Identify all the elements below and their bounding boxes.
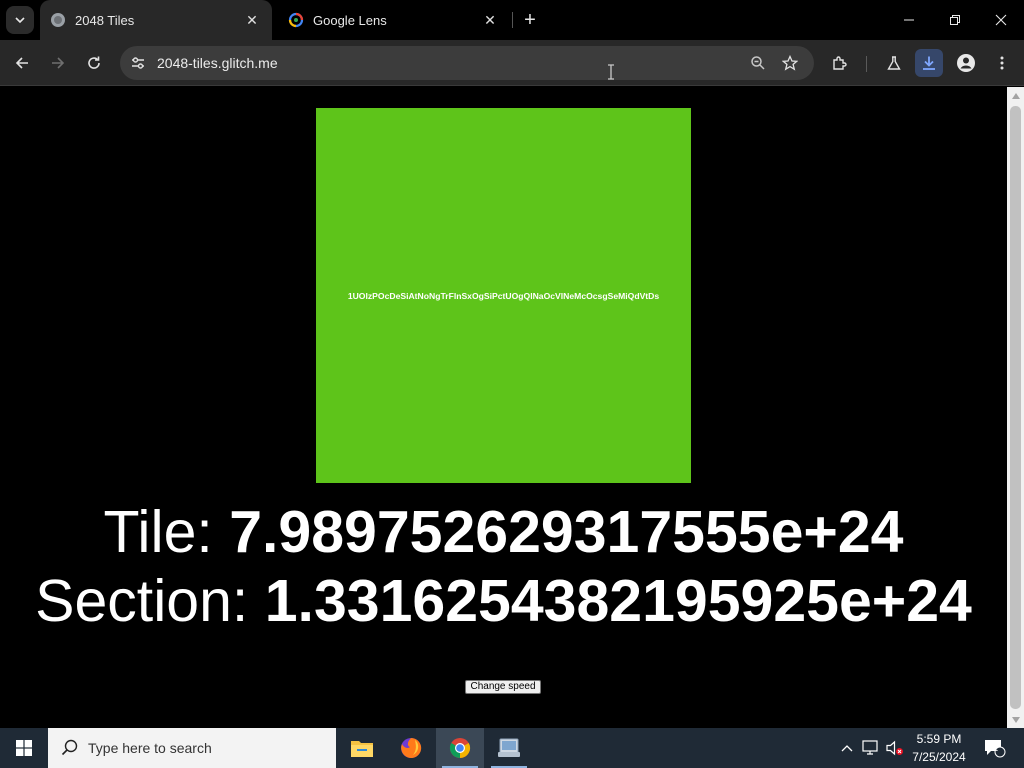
back-button[interactable] — [8, 49, 36, 77]
chevron-up-icon — [841, 745, 853, 752]
clock-date: 7/25/2024 — [912, 750, 966, 764]
file-explorer-icon — [351, 741, 373, 757]
start-button[interactable] — [0, 728, 48, 768]
notification-count: 1 — [993, 744, 999, 753]
tab-2048-tiles[interactable]: 2048 Tiles ✕ — [40, 0, 272, 40]
taskbar-chrome[interactable] — [436, 728, 484, 768]
tab-separator — [512, 12, 513, 28]
toolbar-divider — [866, 56, 867, 72]
star-icon — [782, 55, 798, 71]
close-icon — [995, 14, 1007, 26]
restore-icon — [950, 15, 960, 25]
downloads-button[interactable] — [915, 49, 943, 77]
triangle-up-icon — [1011, 92, 1020, 99]
scroll-thumb[interactable] — [1010, 106, 1021, 709]
tab-close-icon[interactable]: ✕ — [480, 10, 500, 30]
windows-taskbar: Type here to search 5:59 PM 7/25/2024 1 — [0, 728, 1024, 768]
close-window-button[interactable] — [978, 0, 1024, 40]
arrow-right-icon — [52, 57, 65, 69]
search-placeholder[interactable]: Type here to search — [88, 740, 212, 756]
zoom-icon — [751, 56, 765, 70]
tune-icon — [132, 57, 144, 69]
notifications-button[interactable]: 1 — [980, 728, 1010, 768]
profile-button[interactable] — [952, 49, 980, 77]
download-icon — [923, 56, 935, 70]
reload-icon — [88, 56, 100, 69]
volume-muted-icon — [886, 740, 903, 756]
more-vertical-icon — [1000, 56, 1004, 70]
tab-strip: 2048 Tiles ✕ Google Lens ✕ + — [0, 0, 1024, 40]
restore-button[interactable] — [932, 0, 978, 40]
windows-logo-icon — [16, 740, 32, 756]
tab-title: 2048 Tiles — [75, 12, 135, 28]
new-tab-button[interactable]: + — [518, 8, 542, 32]
show-hidden-icons-button[interactable] — [836, 728, 858, 768]
avatar-icon — [957, 54, 975, 72]
triangle-down-icon — [1011, 716, 1020, 723]
section-value: 1.3316254382195925e+24 — [264, 568, 972, 634]
taskbar-search[interactable]: Type here to search — [48, 728, 336, 768]
text-cursor-icon — [608, 64, 614, 80]
address-bar[interactable]: 2048-tiles.glitch.me — [120, 46, 814, 80]
arrow-left-icon — [15, 57, 28, 69]
clock-time: 5:59 PM — [916, 732, 962, 746]
search-icon — [61, 739, 78, 756]
app-icon — [498, 738, 520, 757]
page-viewport: 1UOIzPOcDeSiAtNoNgTrFlnSxOgSiPctUOgQlNaO… — [0, 87, 1007, 728]
firefox-icon — [401, 737, 422, 758]
page-scrollbar[interactable] — [1007, 87, 1024, 728]
google-lens-icon — [288, 12, 304, 28]
extensions-button[interactable] — [826, 49, 854, 77]
forward-button[interactable] — [44, 49, 72, 77]
tile-code-text: 1UOIzPOcDeSiAtNoNgTrFlnSxOgSiPctUOgQlNaO… — [347, 290, 660, 301]
tab-search-button[interactable] — [6, 6, 34, 34]
change-speed-button[interactable]: Change speed — [465, 680, 541, 694]
flask-icon — [887, 56, 901, 70]
reload-button[interactable] — [80, 49, 108, 77]
menu-button[interactable] — [988, 49, 1016, 77]
taskbar-clock[interactable]: 5:59 PM 7/25/2024 — [906, 730, 972, 766]
taskbar-file-explorer[interactable] — [338, 728, 386, 768]
tile-stat: Tile: 7.989752629317555e+24 — [0, 499, 1007, 565]
taskbar-firefox[interactable] — [387, 728, 435, 768]
section-stat: Section: 1.3316254382195925e+24 — [0, 568, 1007, 634]
section-label: Section: — [35, 568, 249, 634]
game-tile: 1UOIzPOcDeSiAtNoNgTrFlnSxOgSiPctUOgQlNaO… — [316, 108, 691, 483]
zoom-button[interactable] — [746, 51, 770, 75]
scroll-up-button[interactable] — [1007, 87, 1024, 104]
tab-google-lens[interactable]: Google Lens ✕ — [278, 0, 510, 40]
network-tray-button[interactable] — [860, 728, 882, 768]
scroll-down-button[interactable] — [1007, 711, 1024, 728]
browser-toolbar: 2048-tiles.glitch.me — [0, 40, 1024, 86]
globe-icon — [51, 13, 65, 27]
tab-title: Google Lens — [313, 12, 387, 28]
minimize-button[interactable] — [886, 0, 932, 40]
minimize-icon — [904, 19, 914, 21]
site-info-button[interactable] — [126, 51, 150, 75]
taskbar-app[interactable] — [485, 728, 533, 768]
chrome-icon — [449, 738, 471, 759]
tile-label: Tile: — [103, 499, 213, 565]
tab-close-icon[interactable]: ✕ — [242, 10, 262, 30]
url-text[interactable]: 2048-tiles.glitch.me — [157, 55, 278, 71]
network-icon — [862, 740, 878, 755]
tile-value: 7.989752629317555e+24 — [229, 499, 904, 565]
bookmark-button[interactable] — [778, 51, 802, 75]
volume-tray-button[interactable] — [884, 728, 906, 768]
labs-button[interactable] — [880, 49, 908, 77]
puzzle-icon — [833, 56, 847, 70]
chevron-down-icon — [15, 17, 25, 24]
